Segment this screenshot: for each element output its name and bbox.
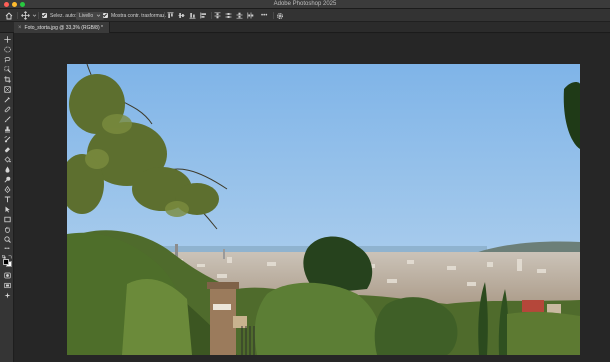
- layer-select-value: Livello: [79, 12, 94, 19]
- clone-stamp-tool[interactable]: [3, 125, 11, 133]
- zoom-tool[interactable]: [3, 235, 11, 243]
- settings-button[interactable]: [276, 9, 284, 22]
- type-icon: [4, 196, 10, 202]
- dodge-tool[interactable]: [3, 175, 11, 183]
- auto-select-label: Selez. auto:: [50, 12, 77, 19]
- image-canvas[interactable]: [67, 64, 580, 355]
- crop-icon: [3, 75, 11, 83]
- show-transform-controls-label: Mostra contr. trasformaz.: [111, 12, 167, 19]
- tools-panel: •••: [0, 33, 14, 362]
- home-button[interactable]: [5, 9, 13, 22]
- align-bottom-icon: [189, 13, 196, 19]
- path-selection-tool[interactable]: [3, 205, 11, 213]
- zoom-icon: [3, 235, 11, 243]
- object-selection-tool[interactable]: [3, 65, 11, 73]
- align-vertical-center-button[interactable]: [178, 9, 185, 22]
- more-options-button[interactable]: •••: [261, 9, 267, 22]
- frame-tool[interactable]: [3, 85, 11, 93]
- screen-mode-button[interactable]: [3, 281, 11, 289]
- rectangle-tool[interactable]: [3, 215, 11, 223]
- distribute-top-button[interactable]: [214, 9, 221, 22]
- options-bar: Selez. auto: Livello Mostra contr. trasf…: [0, 9, 610, 22]
- hand-icon: [4, 226, 10, 233]
- move-icon: [3, 35, 11, 43]
- align-left-button[interactable]: [200, 9, 207, 22]
- distribute-vertical-center-icon: [225, 13, 232, 18]
- lasso-tool[interactable]: [3, 55, 11, 63]
- blur-tool[interactable]: [3, 165, 11, 173]
- distribute-bottom-button[interactable]: [236, 9, 243, 22]
- history-brush-tool[interactable]: [3, 135, 11, 143]
- gear-icon: [277, 12, 283, 19]
- more-options-label: •••: [261, 12, 268, 19]
- type-tool[interactable]: [3, 195, 11, 203]
- document-tab[interactable]: × Foto_storta.jpg @ 33,3% (RGB/8) *: [14, 22, 110, 33]
- pen-icon: [4, 185, 10, 193]
- crop-tool[interactable]: [3, 75, 11, 83]
- screen-mode-icon: [3, 282, 11, 288]
- align-left-icon: [200, 12, 206, 19]
- align-bottom-button[interactable]: [189, 9, 196, 22]
- eraser-icon: [4, 146, 10, 152]
- app-title: Adobe Photoshop 2025: [273, 1, 337, 7]
- color-swatches: [2, 255, 12, 268]
- chevron-down-icon: [32, 14, 37, 17]
- marquee-tool[interactable]: [3, 45, 11, 53]
- eraser-tool[interactable]: [3, 145, 11, 153]
- pen-tool[interactable]: [3, 185, 11, 193]
- quick-mask-button[interactable]: [3, 271, 11, 279]
- brush-tool[interactable]: [3, 115, 11, 123]
- eyedropper-icon: [3, 96, 10, 103]
- auto-select-checkbox[interactable]: [42, 13, 47, 18]
- hand-tool[interactable]: [3, 225, 11, 233]
- photo-barcelona-view: [67, 64, 580, 355]
- history-brush-icon: [3, 135, 10, 142]
- eyedropper-tool[interactable]: [3, 95, 11, 103]
- brush-icon: [4, 115, 11, 122]
- home-icon: [5, 11, 13, 19]
- align-vertical-center-icon: [178, 13, 185, 18]
- move-tool[interactable]: [3, 35, 11, 43]
- ellipse-marquee-icon: [3, 46, 11, 52]
- spot-healing-brush-tool[interactable]: [3, 105, 11, 113]
- distribute-left-button[interactable]: [247, 9, 254, 22]
- gradient-tool[interactable]: [3, 155, 11, 163]
- dodge-icon: [3, 176, 10, 183]
- chevron-down-icon: [96, 14, 101, 17]
- distribute-left-icon: [247, 12, 254, 19]
- rectangle-icon: [3, 216, 11, 222]
- move-icon: [21, 11, 30, 20]
- arrow-cursor-icon: [5, 206, 10, 212]
- document-tab-label: Foto_storta.jpg @ 33,3% (RGB/8) *: [24, 24, 103, 31]
- paint-bucket-icon: [4, 156, 11, 162]
- show-transform-controls-checkbox[interactable]: [103, 13, 108, 18]
- align-top-button[interactable]: [167, 9, 174, 22]
- close-tab-button[interactable]: ×: [18, 25, 22, 31]
- title-bar: Adobe Photoshop 2025: [0, 0, 610, 9]
- move-tool-preset-picker[interactable]: [21, 9, 37, 22]
- edit-toolbar-button[interactable]: •••: [3, 245, 11, 253]
- frame-icon: [3, 85, 11, 93]
- document-tab-bar: × Foto_storta.jpg @ 33,3% (RGB/8) *: [0, 22, 610, 33]
- lasso-icon: [4, 56, 10, 62]
- quick-mask-icon: [3, 272, 11, 278]
- generative-fill-button[interactable]: [3, 291, 11, 299]
- distribute-top-icon: [214, 12, 221, 19]
- distribute-bottom-icon: [236, 12, 243, 19]
- sparkle-icon: [4, 292, 10, 298]
- stamp-icon: [4, 126, 10, 132]
- layer-select-dropdown[interactable]: Livello: [76, 11, 105, 20]
- bandage-icon: [4, 106, 10, 112]
- drop-icon: [5, 166, 9, 173]
- object-selection-icon: [3, 65, 11, 73]
- align-top-icon: [167, 12, 174, 18]
- foreground-color-swatch[interactable]: [3, 259, 9, 265]
- distribute-vertical-center-button[interactable]: [225, 9, 232, 22]
- edit-toolbar-label: •••: [4, 246, 10, 252]
